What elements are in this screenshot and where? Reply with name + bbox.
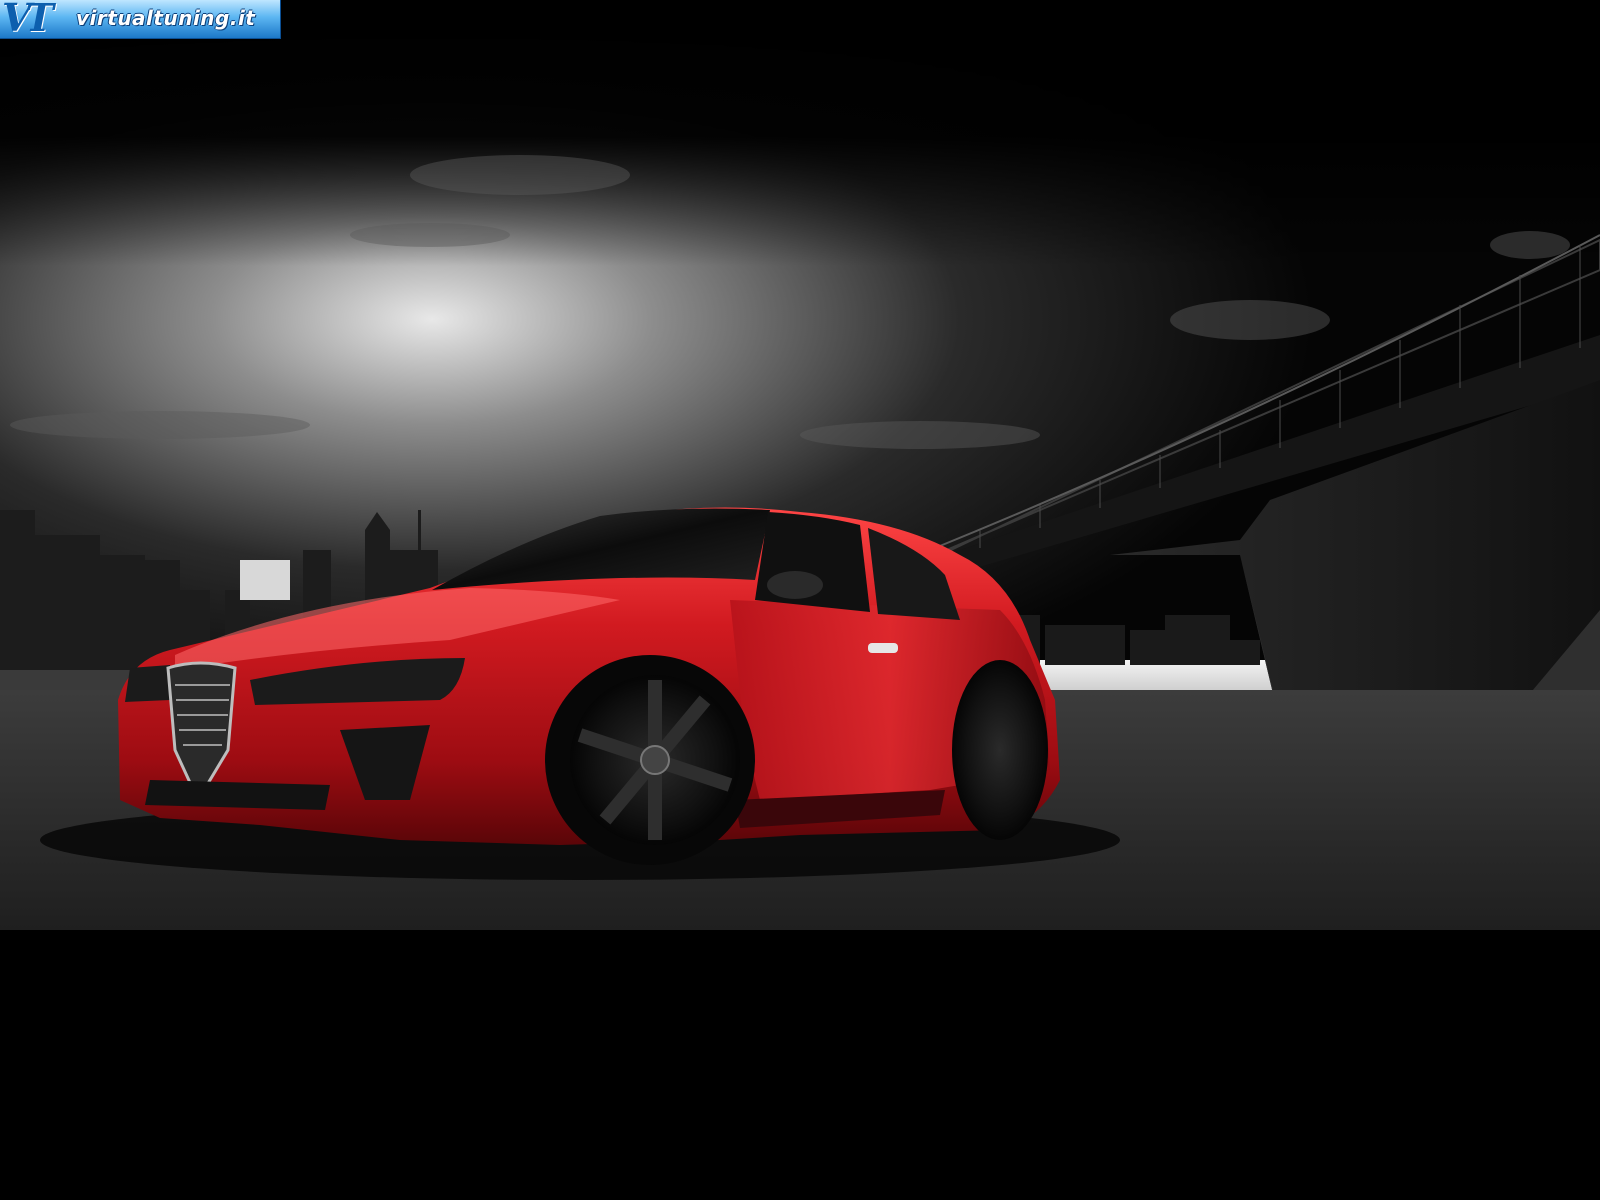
virtualtuning-watermark: VT virtualtuning.it	[0, 0, 281, 39]
side-mirror	[767, 571, 823, 599]
vt-logo-icon: VT	[2, 0, 54, 39]
air-intake-lower	[145, 780, 330, 810]
ground-shadow	[0, 930, 1600, 1200]
wallpaper-scene: VT virtualtuning.it	[0, 0, 1600, 1200]
rear-wheel	[952, 660, 1048, 840]
headlight-left	[125, 665, 170, 702]
side-window-front	[755, 512, 870, 612]
scene-illustration	[0, 0, 1600, 1200]
harbor-water-left	[0, 670, 140, 690]
wheel-hub	[640, 745, 670, 775]
door-handle	[868, 643, 898, 653]
brand-name: virtualtuning.it	[76, 6, 256, 30]
